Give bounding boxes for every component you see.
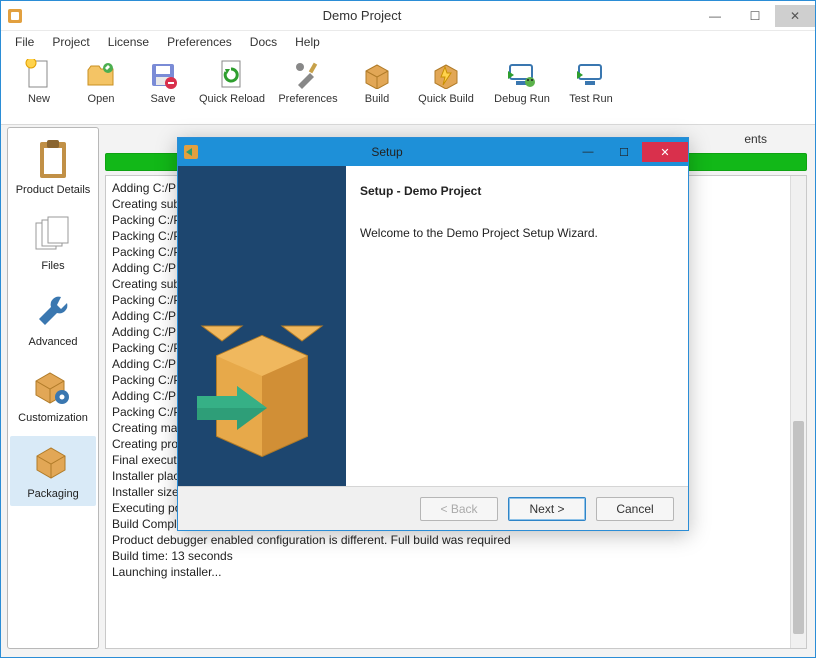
- dialog-maximize-button[interactable]: ☐: [606, 142, 642, 162]
- tool-label: Open: [88, 93, 115, 105]
- sidebar-item-advanced[interactable]: Advanced: [10, 284, 96, 354]
- tool-quick-build[interactable]: Quick Build: [409, 57, 483, 105]
- wrench-icon: [32, 290, 74, 332]
- menu-item-license[interactable]: License: [102, 33, 155, 51]
- tool-test-run[interactable]: Test Run: [561, 57, 621, 105]
- package-icon: [32, 442, 74, 484]
- test-run-icon: [575, 59, 607, 91]
- close-button[interactable]: ✕: [775, 5, 815, 27]
- tool-label: Save: [150, 93, 175, 105]
- tools-icon: [292, 59, 324, 91]
- menu-item-preferences[interactable]: Preferences: [161, 33, 238, 51]
- box-icon: [361, 59, 393, 91]
- open-folder-icon: [85, 59, 117, 91]
- setup-dialog: Setup — ☐ ✕: [177, 137, 689, 531]
- sidebar-item-label: Product Details: [16, 184, 91, 196]
- sidebar-item-product-details[interactable]: Product Details: [10, 132, 96, 202]
- new-file-icon: [23, 59, 55, 91]
- window-controls: — ☐ ✕: [695, 5, 815, 27]
- dialog-cancel-button[interactable]: Cancel: [596, 497, 674, 521]
- dialog-close-button[interactable]: ✕: [642, 142, 688, 162]
- dialog-next-button[interactable]: Next >: [508, 497, 586, 521]
- files-icon: [32, 214, 74, 256]
- tool-preferences[interactable]: Preferences: [271, 57, 345, 105]
- toolbar: New Open Save Quick Reload Preferences B…: [1, 53, 815, 125]
- sidebar-item-label: Packaging: [27, 488, 78, 500]
- menu-item-file[interactable]: File: [9, 33, 40, 51]
- sidebar-item-label: Files: [41, 260, 64, 272]
- tool-label: Build: [365, 93, 389, 105]
- maximize-button[interactable]: ☐: [735, 5, 775, 27]
- dialog-app-icon: [178, 145, 204, 159]
- box-bolt-icon: [430, 59, 462, 91]
- main-window: Demo Project — ☐ ✕ File Project License …: [0, 0, 816, 658]
- menu-item-project[interactable]: Project: [46, 33, 95, 51]
- app-icon: [1, 9, 29, 23]
- scrollbar[interactable]: [790, 176, 806, 648]
- clipboard-icon: [32, 138, 74, 180]
- dialog-main: Setup - Demo Project Welcome to the Demo…: [346, 166, 688, 486]
- save-icon: [147, 59, 179, 91]
- dialog-sidebar-image: [178, 166, 346, 486]
- tool-label: Quick Build: [418, 93, 474, 105]
- sidebar-item-label: Advanced: [29, 336, 78, 348]
- minimize-button[interactable]: —: [695, 5, 735, 27]
- scrollbar-thumb[interactable]: [793, 421, 804, 633]
- sidebar-item-files[interactable]: Files: [10, 208, 96, 278]
- dialog-footer: < Back Next > Cancel: [178, 486, 688, 530]
- box-gear-icon: [32, 366, 74, 408]
- dialog-back-button: < Back: [420, 497, 498, 521]
- tool-label: New: [28, 93, 50, 105]
- sidebar-item-label: Customization: [18, 412, 88, 424]
- dialog-title: Setup: [204, 145, 570, 159]
- tool-debug-run[interactable]: Debug Run: [485, 57, 559, 105]
- tool-quick-reload[interactable]: Quick Reload: [195, 57, 269, 105]
- menubar: File Project License Preferences Docs He…: [1, 31, 815, 53]
- dialog-minimize-button[interactable]: —: [570, 142, 606, 162]
- tool-new[interactable]: New: [9, 57, 69, 105]
- titlebar: Demo Project — ☐ ✕: [1, 1, 815, 31]
- menu-item-help[interactable]: Help: [289, 33, 326, 51]
- tool-label: Quick Reload: [199, 93, 265, 105]
- tool-label: Debug Run: [494, 93, 550, 105]
- reload-icon: [216, 59, 248, 91]
- debug-run-icon: [506, 59, 538, 91]
- sidebar-item-customization[interactable]: Customization: [10, 360, 96, 430]
- sidebar-item-packaging[interactable]: Packaging: [10, 436, 96, 506]
- dialog-body-text: Welcome to the Demo Project Setup Wizard…: [360, 226, 674, 240]
- menu-item-docs[interactable]: Docs: [244, 33, 283, 51]
- content-header-suffix: ents: [744, 132, 767, 146]
- dialog-titlebar[interactable]: Setup — ☐ ✕: [178, 138, 688, 166]
- tool-open[interactable]: Open: [71, 57, 131, 105]
- tool-label: Test Run: [569, 93, 612, 105]
- dialog-window-controls: — ☐ ✕: [570, 142, 688, 162]
- dialog-heading: Setup - Demo Project: [360, 184, 674, 198]
- tool-label: Preferences: [278, 93, 337, 105]
- sidebar: Product Details Files Advanced Customiza…: [7, 127, 99, 649]
- window-title: Demo Project: [29, 8, 695, 23]
- dialog-body: Setup - Demo Project Welcome to the Demo…: [178, 166, 688, 486]
- tool-save[interactable]: Save: [133, 57, 193, 105]
- tool-build[interactable]: Build: [347, 57, 407, 105]
